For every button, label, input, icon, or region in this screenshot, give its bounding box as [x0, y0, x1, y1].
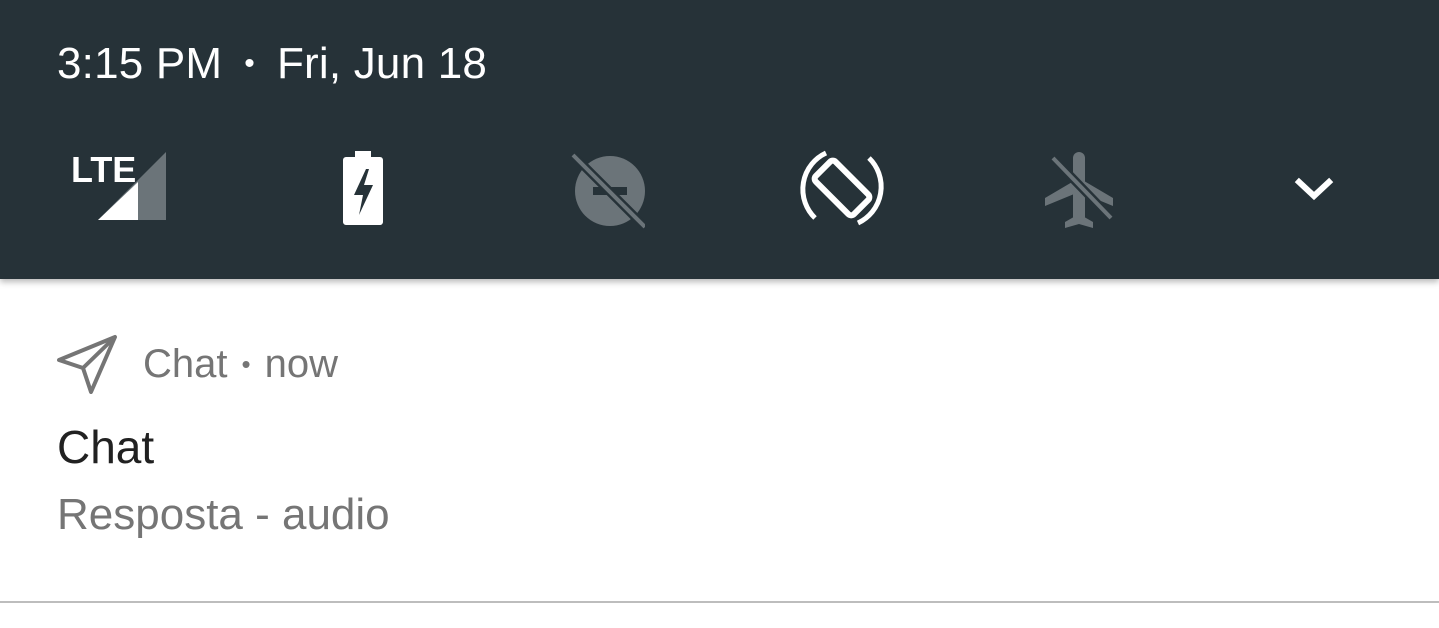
- notification-header: Chat • now: [57, 334, 338, 394]
- quick-settings-shade: 3:15 PM • Fri, Jun 18 LTE: [0, 0, 1439, 279]
- airplane-mode-off-icon: [1045, 152, 1115, 228]
- notification-app-name: Chat: [143, 341, 228, 386]
- auto-rotate-icon: [800, 150, 884, 226]
- tile-battery[interactable]: [308, 140, 418, 236]
- tile-airplane-mode[interactable]: [1018, 140, 1128, 236]
- tile-auto-rotate[interactable]: [783, 140, 893, 236]
- tile-mobile-data[interactable]: LTE: [63, 140, 173, 236]
- lte-label: LTE: [71, 149, 136, 190]
- chat-notification[interactable]: Chat • now Chat Resposta - audio: [0, 279, 1439, 601]
- status-date[interactable]: Fri, Jun 18: [277, 39, 487, 89]
- send-icon: [57, 334, 117, 394]
- divider: [0, 601, 1439, 603]
- notification-time: now: [264, 341, 338, 386]
- lte-signal-icon: LTE: [71, 149, 166, 220]
- data-saver-off-icon: [569, 151, 645, 231]
- notification-title: Chat: [57, 421, 155, 473]
- status-header: 3:15 PM • Fri, Jun 18: [57, 36, 487, 92]
- expand-chevron-icon: [1294, 177, 1334, 201]
- battery-charging-icon: [343, 151, 383, 225]
- quick-settings-row: LTE: [0, 140, 1439, 236]
- notification-text: Resposta - audio: [57, 490, 390, 539]
- clock-time[interactable]: 3:15 PM: [57, 39, 222, 89]
- notification-separator: •: [241, 348, 251, 379]
- tile-data-saver[interactable]: [545, 140, 655, 236]
- status-separator: •: [244, 47, 255, 80]
- expand-button[interactable]: [1259, 140, 1369, 236]
